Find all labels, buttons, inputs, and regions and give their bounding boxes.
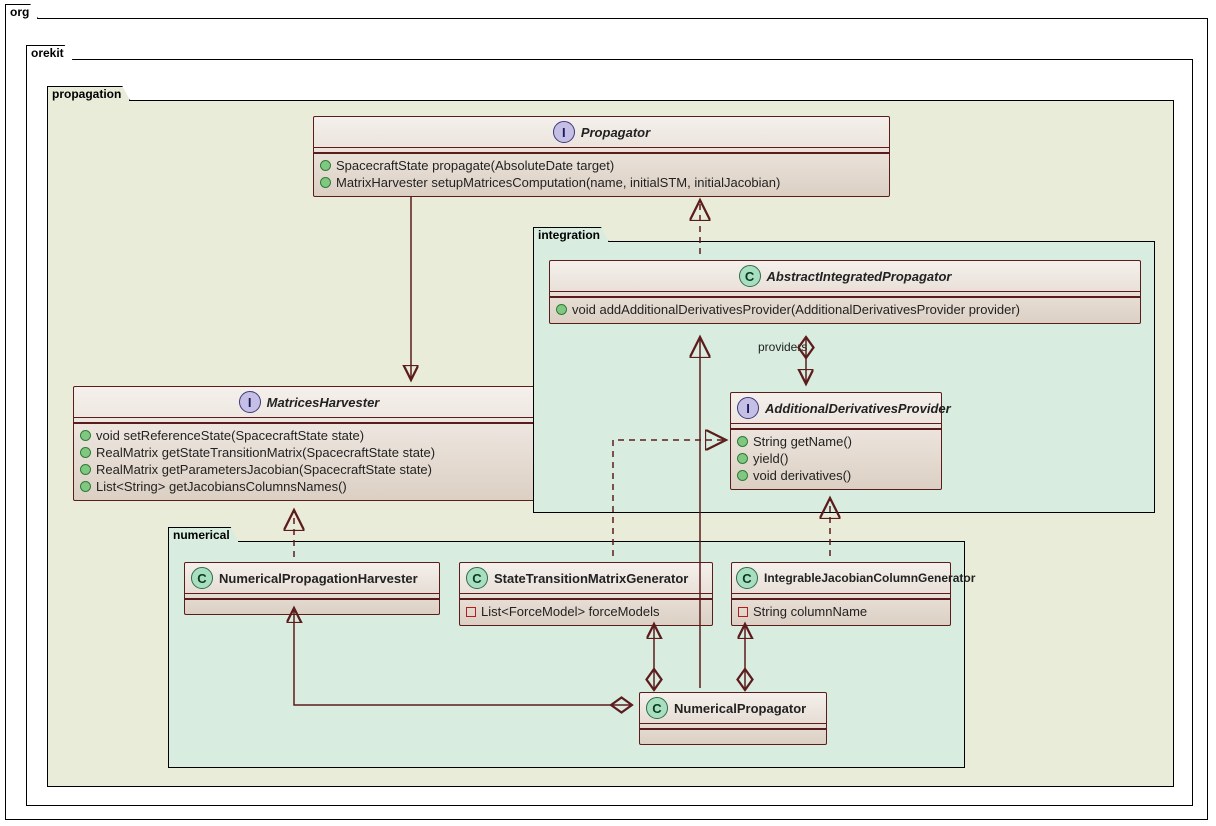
public-icon [737, 470, 748, 481]
member: SpacecraftState propagate(AbsoluteDate t… [320, 157, 883, 174]
class-numericalpropagationharvester-head: C NumericalPropagationHarvester [185, 563, 439, 594]
public-icon [80, 464, 91, 475]
class-icon: C [646, 697, 668, 719]
member: String columnName [738, 603, 944, 620]
class-matricesharvester-head: I MatricesHarvester [74, 387, 544, 418]
class-icon: C [466, 567, 488, 589]
package-integration: integration C AbstractIntegratedPropagat… [533, 241, 1155, 513]
class-numericalpropagator-head: C NumericalPropagator [640, 693, 826, 724]
class-integrablejacobiancolumngenerator-head: C IntegrableJacobianColumnGenerator [732, 563, 950, 594]
public-icon [80, 481, 91, 492]
member: void addAdditionalDerivativesProvider(Ad… [556, 301, 1134, 318]
interface-icon: I [737, 397, 759, 419]
class-statetransitionmatrixgenerator: C StateTransitionMatrixGenerator List<Fo… [459, 562, 713, 626]
class-abstractintegratedpropagator: C AbstractIntegratedPropagator void addA… [549, 260, 1141, 324]
package-integration-tab: integration [533, 227, 609, 242]
class-additionalderivativesprovider-head: I AdditionalDerivativesProvider [731, 393, 941, 424]
class-numericalpropagationharvester-name: NumericalPropagationHarvester [219, 571, 418, 586]
member: void setReferenceState(SpacecraftState s… [80, 427, 538, 444]
member: String getName() [737, 433, 935, 450]
class-numericalpropagationharvester: C NumericalPropagationHarvester [184, 562, 440, 615]
package-private-icon [466, 607, 476, 617]
class-icon: C [191, 567, 213, 589]
class-integrablejacobiancolumngenerator: C IntegrableJacobianColumnGenerator Stri… [731, 562, 951, 626]
package-orekit: orekit propagation I Propagator Spacecra… [26, 59, 1193, 806]
package-orekit-tab: orekit [26, 45, 73, 60]
class-numericalpropagator: C NumericalPropagator [639, 692, 827, 745]
class-propagator-name: Propagator [581, 125, 650, 140]
public-icon [737, 436, 748, 447]
member: List<ForceModel> forceModels [466, 603, 706, 620]
member: List<String> getJacobiansColumnsNames() [80, 478, 538, 495]
class-icon: C [739, 265, 761, 287]
class-abstractintegratedpropagator-head: C AbstractIntegratedPropagator [550, 261, 1140, 292]
public-icon [320, 160, 331, 171]
class-additionalderivativesprovider-name: AdditionalDerivativesProvider [765, 401, 951, 416]
class-numericalpropagator-name: NumericalPropagator [674, 701, 806, 716]
package-org: org orekit propagation I Propagator Spac… [5, 18, 1208, 820]
member: void derivatives() [737, 467, 935, 484]
interface-icon: I [239, 391, 261, 413]
class-propagator: I Propagator SpacecraftState propagate(A… [313, 116, 890, 197]
package-numerical: numerical C NumericalPropagationHarveste… [168, 541, 965, 768]
public-icon [556, 304, 567, 315]
class-icon: C [736, 567, 758, 589]
class-statetransitionmatrixgenerator-name: StateTransitionMatrixGenerator [494, 571, 688, 586]
package-org-tab: org [5, 4, 38, 19]
class-matricesharvester: I MatricesHarvester void setReferenceSta… [73, 386, 545, 501]
public-icon [80, 447, 91, 458]
package-private-icon [738, 607, 748, 617]
class-integrablejacobiancolumngenerator-name: IntegrableJacobianColumnGenerator [764, 571, 975, 585]
class-statetransitionmatrixgenerator-head: C StateTransitionMatrixGenerator [460, 563, 712, 594]
public-icon [80, 430, 91, 441]
public-icon [737, 453, 748, 464]
class-abstractintegratedpropagator-name: AbstractIntegratedPropagator [767, 269, 952, 284]
interface-icon: I [553, 121, 575, 143]
class-propagator-head: I Propagator [314, 117, 889, 148]
package-propagation-tab: propagation [47, 86, 130, 101]
member: MatrixHarvester setupMatricesComputation… [320, 174, 883, 191]
member: yield() [737, 450, 935, 467]
member: RealMatrix getParametersJacobian(Spacecr… [80, 461, 538, 478]
member: RealMatrix getStateTransitionMatrix(Spac… [80, 444, 538, 461]
public-icon [320, 177, 331, 188]
package-propagation: propagation I Propagator SpacecraftState… [47, 100, 1174, 787]
assoc-label-providers: providers [758, 340, 807, 354]
package-numerical-tab: numerical [168, 527, 239, 542]
class-additionalderivativesprovider: I AdditionalDerivativesProvider String g… [730, 392, 942, 490]
class-matricesharvester-name: MatricesHarvester [267, 395, 380, 410]
